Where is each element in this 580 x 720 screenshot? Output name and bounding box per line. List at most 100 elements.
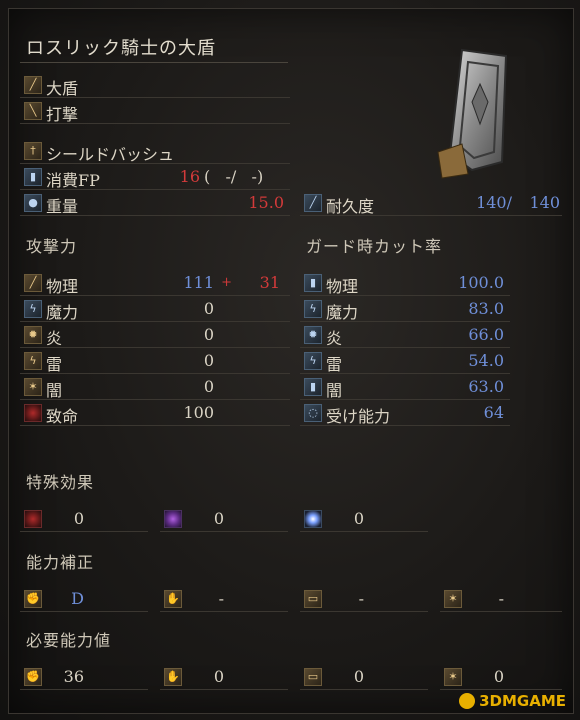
weight-value: 15.0 <box>248 193 284 212</box>
divider <box>300 321 510 322</box>
fp-icon: ▮ <box>24 168 42 186</box>
fire-guard-icon: ✹ <box>304 326 322 344</box>
divider <box>20 189 290 190</box>
skill-label: シールドバッシュ <box>46 145 175 164</box>
watermark: 3DMGAME <box>459 692 566 710</box>
attack-label: 物理 <box>46 277 79 296</box>
intelligence-icon: ▭ <box>304 668 322 686</box>
divider <box>440 611 562 612</box>
critical-icon <box>24 404 42 422</box>
divider <box>20 321 290 322</box>
faith-icon: ✶ <box>444 668 462 686</box>
physical-guard-icon: ▮ <box>304 274 322 292</box>
fp-label: 消費FP <box>46 171 100 190</box>
divider <box>20 611 148 612</box>
durability-current: 140/ <box>476 193 512 212</box>
guard-value: 64 <box>483 403 504 422</box>
divider <box>20 295 290 296</box>
dexterity-icon: ✋ <box>164 590 182 608</box>
dark-attack-icon: ✶ <box>24 378 42 396</box>
divider <box>20 97 290 98</box>
requirement-value: 0 <box>493 667 504 686</box>
divider <box>300 531 428 532</box>
guard-value: 54.0 <box>468 351 504 370</box>
special-section-title: 特殊効果 <box>26 473 95 492</box>
attack-bonus: 31 <box>259 273 280 292</box>
guard-label: 闇 <box>326 381 343 400</box>
divider <box>20 163 290 164</box>
skill-icon: † <box>24 142 42 160</box>
strike-icon: ╲ <box>24 102 42 120</box>
fp-range: ( -/ -) <box>204 167 264 186</box>
category-label: 大盾 <box>46 79 79 98</box>
item-image <box>437 48 508 179</box>
divider <box>20 689 148 690</box>
divider <box>160 531 288 532</box>
attack-label: 闇 <box>46 381 63 400</box>
guard-value: 66.0 <box>468 325 504 344</box>
requirement-value: 0 <box>213 667 224 686</box>
title-divider <box>20 62 288 63</box>
guard-label: 受け能力 <box>326 407 391 426</box>
faith-icon: ✶ <box>444 590 462 608</box>
guard-value: 63.0 <box>468 377 504 396</box>
divider <box>20 123 290 124</box>
attack-value: 0 <box>203 325 214 344</box>
bleed-icon <box>24 510 42 528</box>
divider <box>300 373 510 374</box>
shield-icon: ╱ <box>24 76 42 94</box>
requirement-value: 0 <box>353 667 364 686</box>
scaling-value: - <box>218 589 224 608</box>
divider <box>20 399 290 400</box>
durability-max: 140 <box>529 193 560 212</box>
frost-icon <box>304 510 322 528</box>
strength-icon: ✊ <box>24 590 42 608</box>
attack-value: 0 <box>203 351 214 370</box>
special-value: 0 <box>353 509 364 528</box>
poison-icon <box>164 510 182 528</box>
guard-label: 物理 <box>326 277 359 296</box>
attack-value: 0 <box>203 299 214 318</box>
requirements-section-title: 必要能力値 <box>26 631 112 650</box>
divider <box>160 689 288 690</box>
divider <box>300 347 510 348</box>
divider <box>300 295 510 296</box>
scaling-value: - <box>498 589 504 608</box>
intelligence-icon: ▭ <box>304 590 322 608</box>
attack-value: 100 <box>183 403 214 422</box>
durability-label: 耐久度 <box>326 197 375 216</box>
attack-label: 致命 <box>46 407 79 426</box>
divider <box>440 689 562 690</box>
durability-icon: ╱ <box>304 194 322 212</box>
requirement-value: 36 <box>63 667 84 686</box>
weight-label: 重量 <box>46 197 79 216</box>
physical-attack-icon: ╱ <box>24 274 42 292</box>
special-value: 0 <box>73 509 84 528</box>
stability-icon: ◌ <box>304 404 322 422</box>
attack-label: 魔力 <box>46 303 79 322</box>
strength-icon: ✊ <box>24 668 42 686</box>
attack-label: 炎 <box>46 329 63 348</box>
guard-label: 炎 <box>326 329 343 348</box>
divider <box>160 611 288 612</box>
special-value: 0 <box>213 509 224 528</box>
guard-label: 雷 <box>326 355 343 374</box>
divider <box>300 689 428 690</box>
guard-section-title: ガード時カット率 <box>306 237 443 256</box>
watermark-logo-icon <box>459 693 476 709</box>
divider <box>20 373 290 374</box>
attack-type-label: 打撃 <box>46 105 79 124</box>
divider <box>300 215 562 216</box>
divider <box>20 215 290 216</box>
attack-section-title: 攻撃力 <box>26 237 78 256</box>
divider <box>300 399 510 400</box>
dark-guard-icon: ▮ <box>304 378 322 396</box>
guard-value: 100.0 <box>458 273 504 292</box>
attack-label: 雷 <box>46 355 63 374</box>
scaling-value: - <box>358 589 364 608</box>
attack-value: 0 <box>203 377 214 396</box>
magic-attack-icon: ϟ <box>24 300 42 318</box>
guard-label: 魔力 <box>326 303 359 322</box>
attack-bonus-sign: + <box>221 275 232 290</box>
divider <box>300 425 510 426</box>
